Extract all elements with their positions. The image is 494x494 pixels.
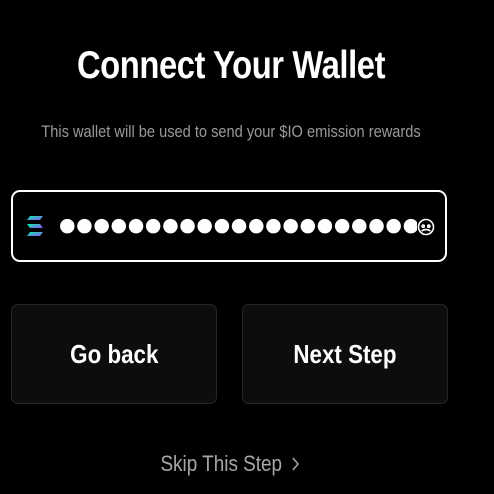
go-back-label: Go back bbox=[69, 338, 159, 369]
next-step-label: Next Step bbox=[293, 338, 397, 369]
solana-icon bbox=[27, 216, 43, 236]
skip-step-link[interactable]: Skip This Step bbox=[0, 451, 462, 477]
wallet-address-field[interactable]: ●●●●●●●●●●●●●●●●●●●●●●●●●●●●●●●●●●●●●●●●… bbox=[11, 190, 447, 262]
skip-step-label: Skip This Step bbox=[160, 451, 283, 476]
go-back-button[interactable]: Go back bbox=[11, 304, 217, 404]
page-subtitle: This wallet will be used to send your $I… bbox=[41, 122, 421, 141]
next-step-button[interactable]: Next Step bbox=[242, 304, 448, 404]
wallet-address-value[interactable]: ●●●●●●●●●●●●●●●●●●●●●●●●●●●●●●●●●●●●●●●●… bbox=[59, 210, 417, 240]
page-title: Connect Your Wallet bbox=[76, 44, 386, 87]
chevron-right-icon bbox=[293, 457, 300, 471]
eye-toggle-icon[interactable] bbox=[417, 218, 435, 236]
